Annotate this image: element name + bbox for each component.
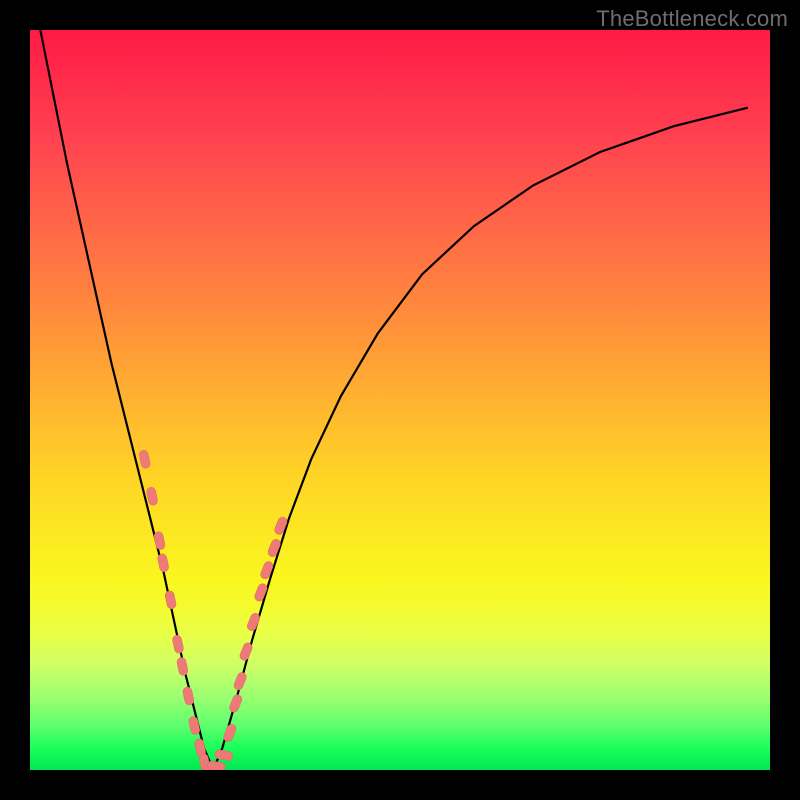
bead bbox=[153, 531, 166, 550]
bead bbox=[182, 686, 195, 705]
bead bbox=[246, 612, 261, 632]
bead-group bbox=[138, 449, 288, 770]
bead bbox=[207, 760, 226, 770]
bead bbox=[176, 657, 189, 676]
bead bbox=[146, 486, 159, 505]
chart-svg bbox=[30, 30, 770, 770]
watermark-text: TheBottleneck.com bbox=[596, 6, 788, 32]
bead bbox=[222, 723, 237, 743]
plot-area bbox=[30, 30, 770, 770]
bead bbox=[138, 449, 151, 468]
chart-frame: TheBottleneck.com bbox=[0, 0, 800, 800]
curve-path bbox=[37, 30, 747, 770]
bead bbox=[188, 716, 201, 735]
bead bbox=[239, 642, 254, 662]
bead bbox=[157, 553, 170, 572]
bead bbox=[172, 634, 185, 653]
bead bbox=[164, 590, 177, 609]
bead bbox=[233, 671, 248, 691]
bead bbox=[228, 693, 243, 713]
